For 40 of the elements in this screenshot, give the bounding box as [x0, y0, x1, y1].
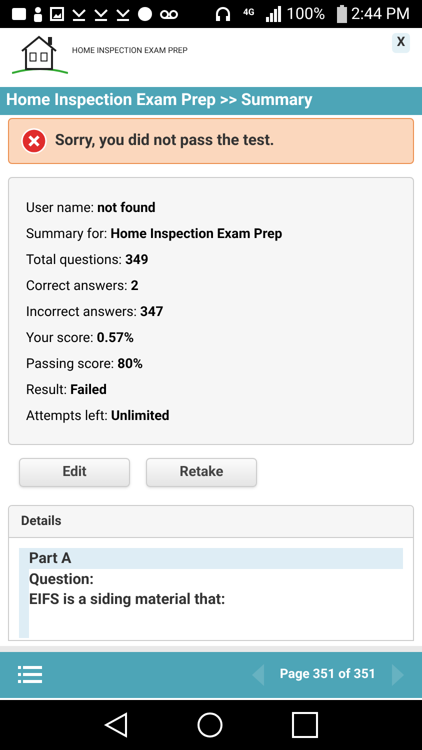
- home-icon[interactable]: [196, 712, 223, 738]
- details-title: Details: [21, 512, 62, 531]
- battery-level: 100%: [286, 3, 326, 25]
- action-button[interactable]: Edit: [19, 458, 130, 487]
- page-indicator: Page 351 of 351: [280, 666, 376, 684]
- signal-icon: [266, 6, 282, 22]
- headphones-icon: [215, 6, 232, 22]
- close-button[interactable]: X: [392, 33, 410, 53]
- download-icon: [94, 7, 108, 21]
- image-icon: [50, 7, 64, 21]
- house-logo-icon: [12, 33, 68, 75]
- summary-line: Your score: 0.57%: [26, 329, 135, 348]
- summary-line: Passing score: 80%: [26, 355, 144, 374]
- recents-icon[interactable]: [292, 712, 318, 738]
- summary-line: Incorrect answers: 347: [26, 303, 164, 322]
- clock: 2:44 PM: [351, 3, 410, 25]
- chat-icon: [138, 7, 152, 21]
- part-label: Part A: [29, 548, 403, 569]
- question-text: EIFS is a siding material that:: [29, 589, 226, 609]
- question-label: Question:: [29, 569, 95, 589]
- action-button[interactable]: Retake: [146, 458, 257, 487]
- alert-message: Sorry, you did not pass the test.: [55, 130, 274, 152]
- download-icon: [72, 7, 86, 21]
- page-title: Home Inspection Exam Prep >> Summary: [6, 90, 312, 112]
- battery-icon: [337, 5, 348, 23]
- summary-line: Correct answers: 2: [26, 277, 140, 296]
- summary-line: Attempts left: Unlimited: [26, 407, 170, 426]
- logo-text: HOME INSPECTION EXAM PREP: [72, 45, 188, 57]
- summary-line: User name: not found: [26, 199, 157, 218]
- summary-line: Summary for: Home Inspection Exam Prep: [26, 225, 284, 244]
- network-label: 4G: [243, 7, 254, 20]
- message-icon: [12, 8, 26, 20]
- person-icon: [34, 6, 42, 22]
- download-icon: [116, 7, 130, 21]
- back-icon[interactable]: [104, 712, 128, 738]
- summary-line: Total questions: 349: [26, 251, 150, 270]
- summary-line: Result: Failed: [26, 381, 108, 400]
- voicemail-icon: [160, 10, 178, 18]
- menu-icon[interactable]: [18, 666, 42, 684]
- error-icon: [21, 128, 47, 154]
